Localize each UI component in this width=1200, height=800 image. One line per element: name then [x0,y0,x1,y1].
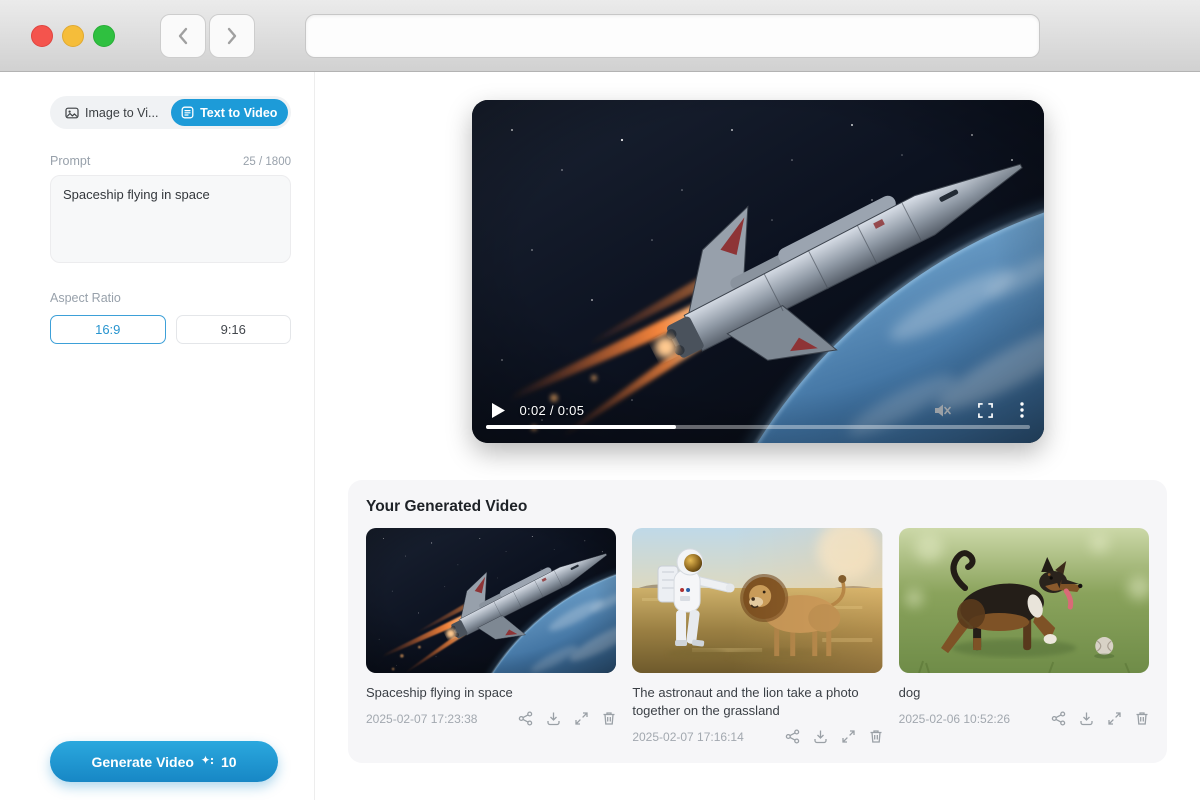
play-icon [492,403,505,418]
aspect-ratio-label: Aspect Ratio [50,291,291,305]
trash-icon [602,711,616,726]
window-controls [31,25,115,47]
tab-label: Image to Vi... [85,106,158,120]
share-button[interactable] [1051,711,1066,726]
card-thumbnail-spaceship[interactable] [366,528,616,673]
main-content: 0:02 / 0:05 [315,72,1200,800]
card-thumbnail-dog[interactable] [899,528,1149,673]
mode-tabs: Image to Vi... Text to Video [50,96,291,129]
share-button[interactable] [518,711,533,726]
fullscreen-icon [978,403,993,418]
spaceship-thumbnail-image [366,528,616,673]
traffic-light-zoom-button[interactable] [93,25,115,47]
muted-volume-icon [934,403,951,418]
delete-button[interactable] [869,729,883,744]
url-bar-input[interactable] [305,14,1040,58]
player-controls: 0:02 / 0:05 [472,402,1044,418]
expand-button[interactable] [574,711,589,726]
tab-image-to-video[interactable]: Image to Vi... [53,99,171,126]
forward-chevron-icon [223,25,241,47]
delete-button[interactable] [1135,711,1149,726]
video-player[interactable]: 0:02 / 0:05 [472,100,1044,443]
char-counter: 25 / 1800 [243,156,291,168]
progress-bar[interactable] [486,425,1030,429]
back-button[interactable] [160,14,206,58]
gallery-cards: Spaceship flying in space 2025-02-07 17:… [366,528,1149,744]
generate-video-label: Generate Video [91,754,193,770]
share-icon [518,711,533,726]
aspect-ratio-options: 16:9 9:16 [50,315,291,344]
video-card: Spaceship flying in space 2025-02-07 17:… [366,528,616,744]
share-button[interactable] [785,729,800,744]
card-timestamp: 2025-02-07 17:16:14 [632,730,743,744]
browser-chrome [0,0,1200,72]
astronaut-lion-thumbnail-image [632,528,882,673]
image-icon [65,106,79,120]
video-card: The astronaut and the lion take a photo … [632,528,882,744]
document-icon [181,106,194,119]
trash-icon [869,729,883,744]
download-icon [1079,711,1094,726]
aspect-ratio-16-9-button[interactable]: 16:9 [50,315,166,344]
dog-thumbnail-image [899,528,1149,673]
card-thumbnail-astronaut-lion[interactable] [632,528,882,673]
kebab-menu-icon [1020,402,1024,418]
prompt-textarea[interactable]: Spaceship flying in space [50,175,291,263]
download-icon [546,711,561,726]
prompt-label: Prompt [50,154,90,168]
traffic-light-close-button[interactable] [31,25,53,47]
download-icon [813,729,828,744]
expand-icon [1107,711,1122,726]
forward-button[interactable] [209,14,255,58]
card-title: The astronaut and the lion take a photo … [632,684,882,720]
credits-sparkle-icon [200,755,215,768]
progress-fill [486,425,676,429]
download-button[interactable] [546,711,561,726]
card-title: Spaceship flying in space [366,684,616,702]
more-options-button[interactable] [1020,402,1024,418]
share-icon [1051,711,1066,726]
sidebar: Image to Vi... Text to Video Prompt 25 /… [0,72,315,800]
download-button[interactable] [813,729,828,744]
expand-icon [574,711,589,726]
gallery-title: Your Generated Video [366,498,1149,516]
play-button[interactable] [492,403,505,418]
credits-count: 10 [221,754,237,770]
traffic-light-minimize-button[interactable] [62,25,84,47]
download-button[interactable] [1079,711,1094,726]
tab-label: Text to Video [200,106,277,120]
aspect-ratio-9-16-button[interactable]: 9:16 [176,315,292,344]
generated-videos-panel: Your Generated Video Spaceship flying in… [348,480,1167,763]
video-card: dog 2025-02-06 10:52:26 [899,528,1149,744]
card-timestamp: 2025-02-06 10:52:26 [899,712,1010,726]
back-chevron-icon [174,25,192,47]
card-title: dog [899,684,1149,702]
expand-icon [841,729,856,744]
expand-button[interactable] [841,729,856,744]
spaceship-video-frame [472,100,1044,443]
card-timestamp: 2025-02-07 17:23:38 [366,712,477,726]
generate-video-button[interactable]: Generate Video 10 [50,741,278,782]
tab-text-to-video[interactable]: Text to Video [171,99,289,126]
trash-icon [1135,711,1149,726]
fullscreen-button[interactable] [978,403,993,418]
mute-button[interactable] [934,403,951,418]
nav-buttons [160,14,255,58]
share-icon [785,729,800,744]
time-display: 0:02 / 0:05 [520,403,585,418]
expand-button[interactable] [1107,711,1122,726]
delete-button[interactable] [602,711,616,726]
